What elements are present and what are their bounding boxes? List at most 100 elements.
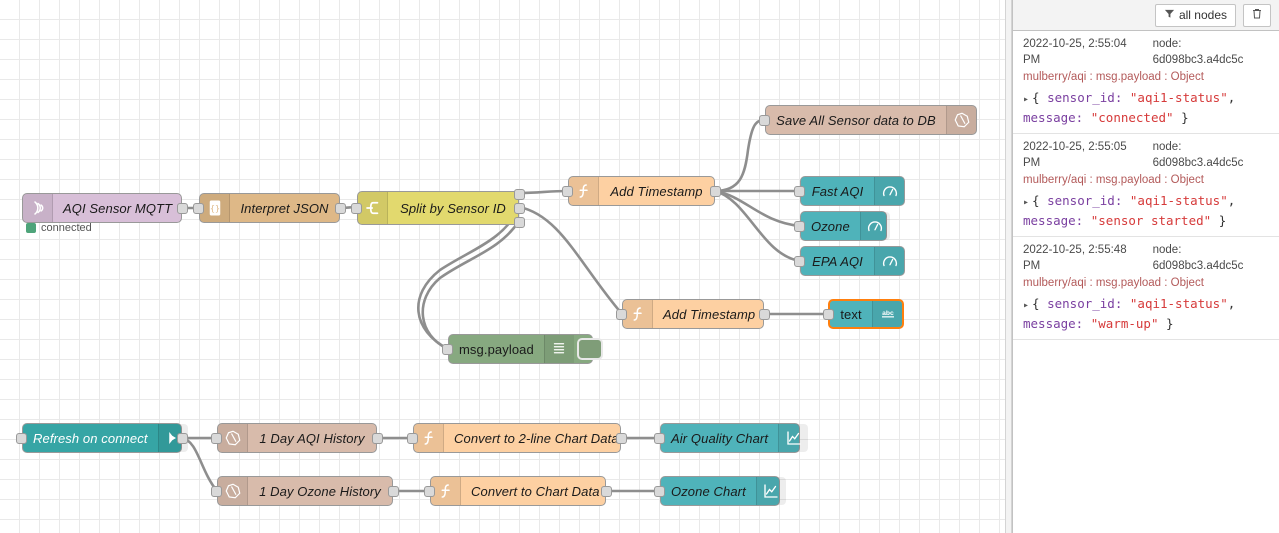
output-port[interactable] (388, 486, 399, 497)
output-port[interactable] (601, 486, 612, 497)
mqtt-icon (23, 194, 53, 222)
input-port[interactable] (794, 256, 805, 267)
input-port[interactable] (211, 486, 222, 497)
debug-topic: mulberry/aqi : msg.payload : Object (1023, 277, 1204, 289)
payload-value-2: "connected" (1090, 110, 1174, 125)
node-air-quality-chart[interactable]: Air Quality Chart (654, 423, 809, 453)
output-port[interactable] (372, 433, 383, 444)
input-port[interactable] (759, 115, 770, 126)
filter-nodes-button[interactable]: all nodes (1154, 3, 1236, 27)
debug-message[interactable]: 2022-10-25, 2:55:48 PM node: 6d098bc3.a4… (1013, 237, 1279, 340)
node-label: Split by Sensor ID (400, 200, 506, 216)
output-port[interactable] (710, 186, 721, 197)
wire (517, 189, 570, 195)
debug-message[interactable]: 2022-10-25, 2:55:04 PM node: 6d098bc3.a4… (1013, 31, 1279, 134)
expand-arrow-icon[interactable]: ▸ (1023, 94, 1029, 105)
input-port[interactable] (193, 203, 204, 214)
output-port[interactable] (616, 433, 627, 444)
node-convert-to-chart-data[interactable]: Convert to Chart Data (424, 476, 612, 506)
debug-payload[interactable]: ▸{ sensor_id: "aqi1-status", message: "se… (1023, 192, 1271, 230)
output-port[interactable] (177, 203, 188, 214)
node-label: Ozone (811, 218, 850, 234)
node-label: msg.payload (459, 341, 534, 357)
node-label: Convert to Chart Data (471, 483, 600, 499)
payload-key-1: sensor_id: (1047, 193, 1123, 208)
node-ozone-chart[interactable]: Ozone Chart (654, 476, 786, 506)
debug-toggle-button[interactable] (576, 338, 603, 360)
node-interpret-json[interactable]: {} Interpret JSON (193, 193, 346, 223)
expand-arrow-icon[interactable]: ▸ (1023, 300, 1029, 311)
chart-icon (755, 477, 786, 505)
debug-message-header: 2022-10-25, 2:55:05 PM node: 6d098bc3.a4… (1023, 139, 1271, 171)
node-ozone-gauge[interactable]: Ozone (794, 211, 890, 241)
input-port[interactable] (616, 309, 627, 320)
debug-payload[interactable]: ▸{ sensor_id: "aqi1-status", message: "wa… (1023, 295, 1271, 333)
flow-canvas[interactable]: AQI Sensor MQTT connected {} Interpret J… (0, 0, 1005, 533)
node-label: 1 Day Ozone History (259, 483, 381, 499)
node-aqi-sensor-mqtt[interactable]: AQI Sensor MQTT (22, 193, 188, 223)
filter-label: all nodes (1178, 8, 1227, 22)
function-icon (414, 424, 444, 452)
expand-arrow-icon[interactable]: ▸ (1023, 197, 1029, 208)
output-port-3[interactable] (514, 217, 525, 228)
wire (421, 219, 521, 351)
debug-icon (543, 335, 574, 363)
payload-value-1: "aqi1-status" (1129, 193, 1228, 208)
output-port[interactable] (177, 433, 188, 444)
input-port[interactable] (654, 486, 665, 497)
node-convert-to-2-line-chart-data[interactable]: Convert to 2-line Chart Data (407, 423, 627, 453)
node-1-day-ozone-history[interactable]: 1 Day Ozone History (211, 476, 399, 506)
node-fast-aqi[interactable]: Fast AQI (794, 176, 905, 206)
node-label: Add Timestamp (663, 306, 756, 322)
node-label: EPA AQI (812, 253, 863, 269)
status-label: connected (41, 222, 92, 234)
node-red-editor: AQI Sensor MQTT connected {} Interpret J… (0, 0, 1279, 533)
output-port[interactable] (759, 309, 770, 320)
gauge-icon (874, 247, 904, 275)
input-port[interactable] (424, 486, 435, 497)
node-refresh-on-connect[interactable]: Refresh on connect (16, 423, 188, 453)
influxdb-icon (218, 424, 248, 452)
input-port[interactable] (823, 309, 834, 320)
node-text[interactable]: text abc (823, 299, 904, 329)
node-label: Air Quality Chart (671, 430, 769, 446)
wire (417, 205, 521, 351)
influxdb-icon (218, 477, 248, 505)
sidebar-resize-handle[interactable] (1005, 0, 1012, 533)
input-port[interactable] (407, 433, 418, 444)
node-epa-aqi[interactable]: EPA AQI (794, 246, 905, 276)
input-port[interactable] (442, 344, 453, 355)
debug-node-id: node: 6d098bc3.a4dc5c (1152, 141, 1244, 169)
output-port-2[interactable] (514, 203, 525, 214)
debug-message-header: 2022-10-25, 2:55:48 PM node: 6d098bc3.a4… (1023, 242, 1271, 274)
node-1-day-aqi-history[interactable]: 1 Day AQI History (211, 423, 383, 453)
node-split-by-sensor-id[interactable]: Split by Sensor ID (351, 189, 525, 228)
input-port[interactable] (16, 433, 27, 444)
input-port[interactable] (654, 433, 665, 444)
input-port[interactable] (562, 186, 573, 197)
input-port[interactable] (211, 433, 222, 444)
output-port[interactable] (335, 203, 346, 214)
node-debug-msg-payload[interactable]: msg.payload (442, 334, 603, 364)
node-add-timestamp-2[interactable]: Add Timestamp (616, 299, 770, 329)
payload-key-2: message: (1023, 316, 1084, 331)
debug-timestamp: 2022-10-25, 2:55:48 PM (1023, 244, 1127, 272)
json-icon: {} (200, 194, 230, 222)
trash-icon (1251, 7, 1263, 23)
node-save-all-sensor-data-to-db[interactable]: Save All Sensor data to DB (759, 105, 977, 135)
node-label: Add Timestamp (610, 183, 703, 199)
debug-timestamp: 2022-10-25, 2:55:05 PM (1023, 141, 1127, 169)
debug-payload[interactable]: ▸{ sensor_id: "aqi1-status", message: "co… (1023, 89, 1271, 127)
node-add-timestamp-1[interactable]: Add Timestamp (562, 176, 721, 206)
debug-message-list[interactable]: 2022-10-25, 2:55:04 PM node: 6d098bc3.a4… (1013, 31, 1279, 533)
clear-messages-button[interactable] (1243, 3, 1271, 27)
payload-key-2: message: (1023, 110, 1084, 125)
status-dot (26, 223, 36, 233)
node-label: Convert to 2-line Chart Data (454, 430, 619, 446)
input-port[interactable] (794, 186, 805, 197)
output-port-1[interactable] (514, 189, 525, 200)
debug-message[interactable]: 2022-10-25, 2:55:05 PM node: 6d098bc3.a4… (1013, 134, 1279, 237)
input-port[interactable] (794, 221, 805, 232)
debug-sidebar: all nodes 2022-10-25, 2:55:04 PM node: 6… (1012, 0, 1279, 533)
input-port[interactable] (351, 203, 362, 214)
